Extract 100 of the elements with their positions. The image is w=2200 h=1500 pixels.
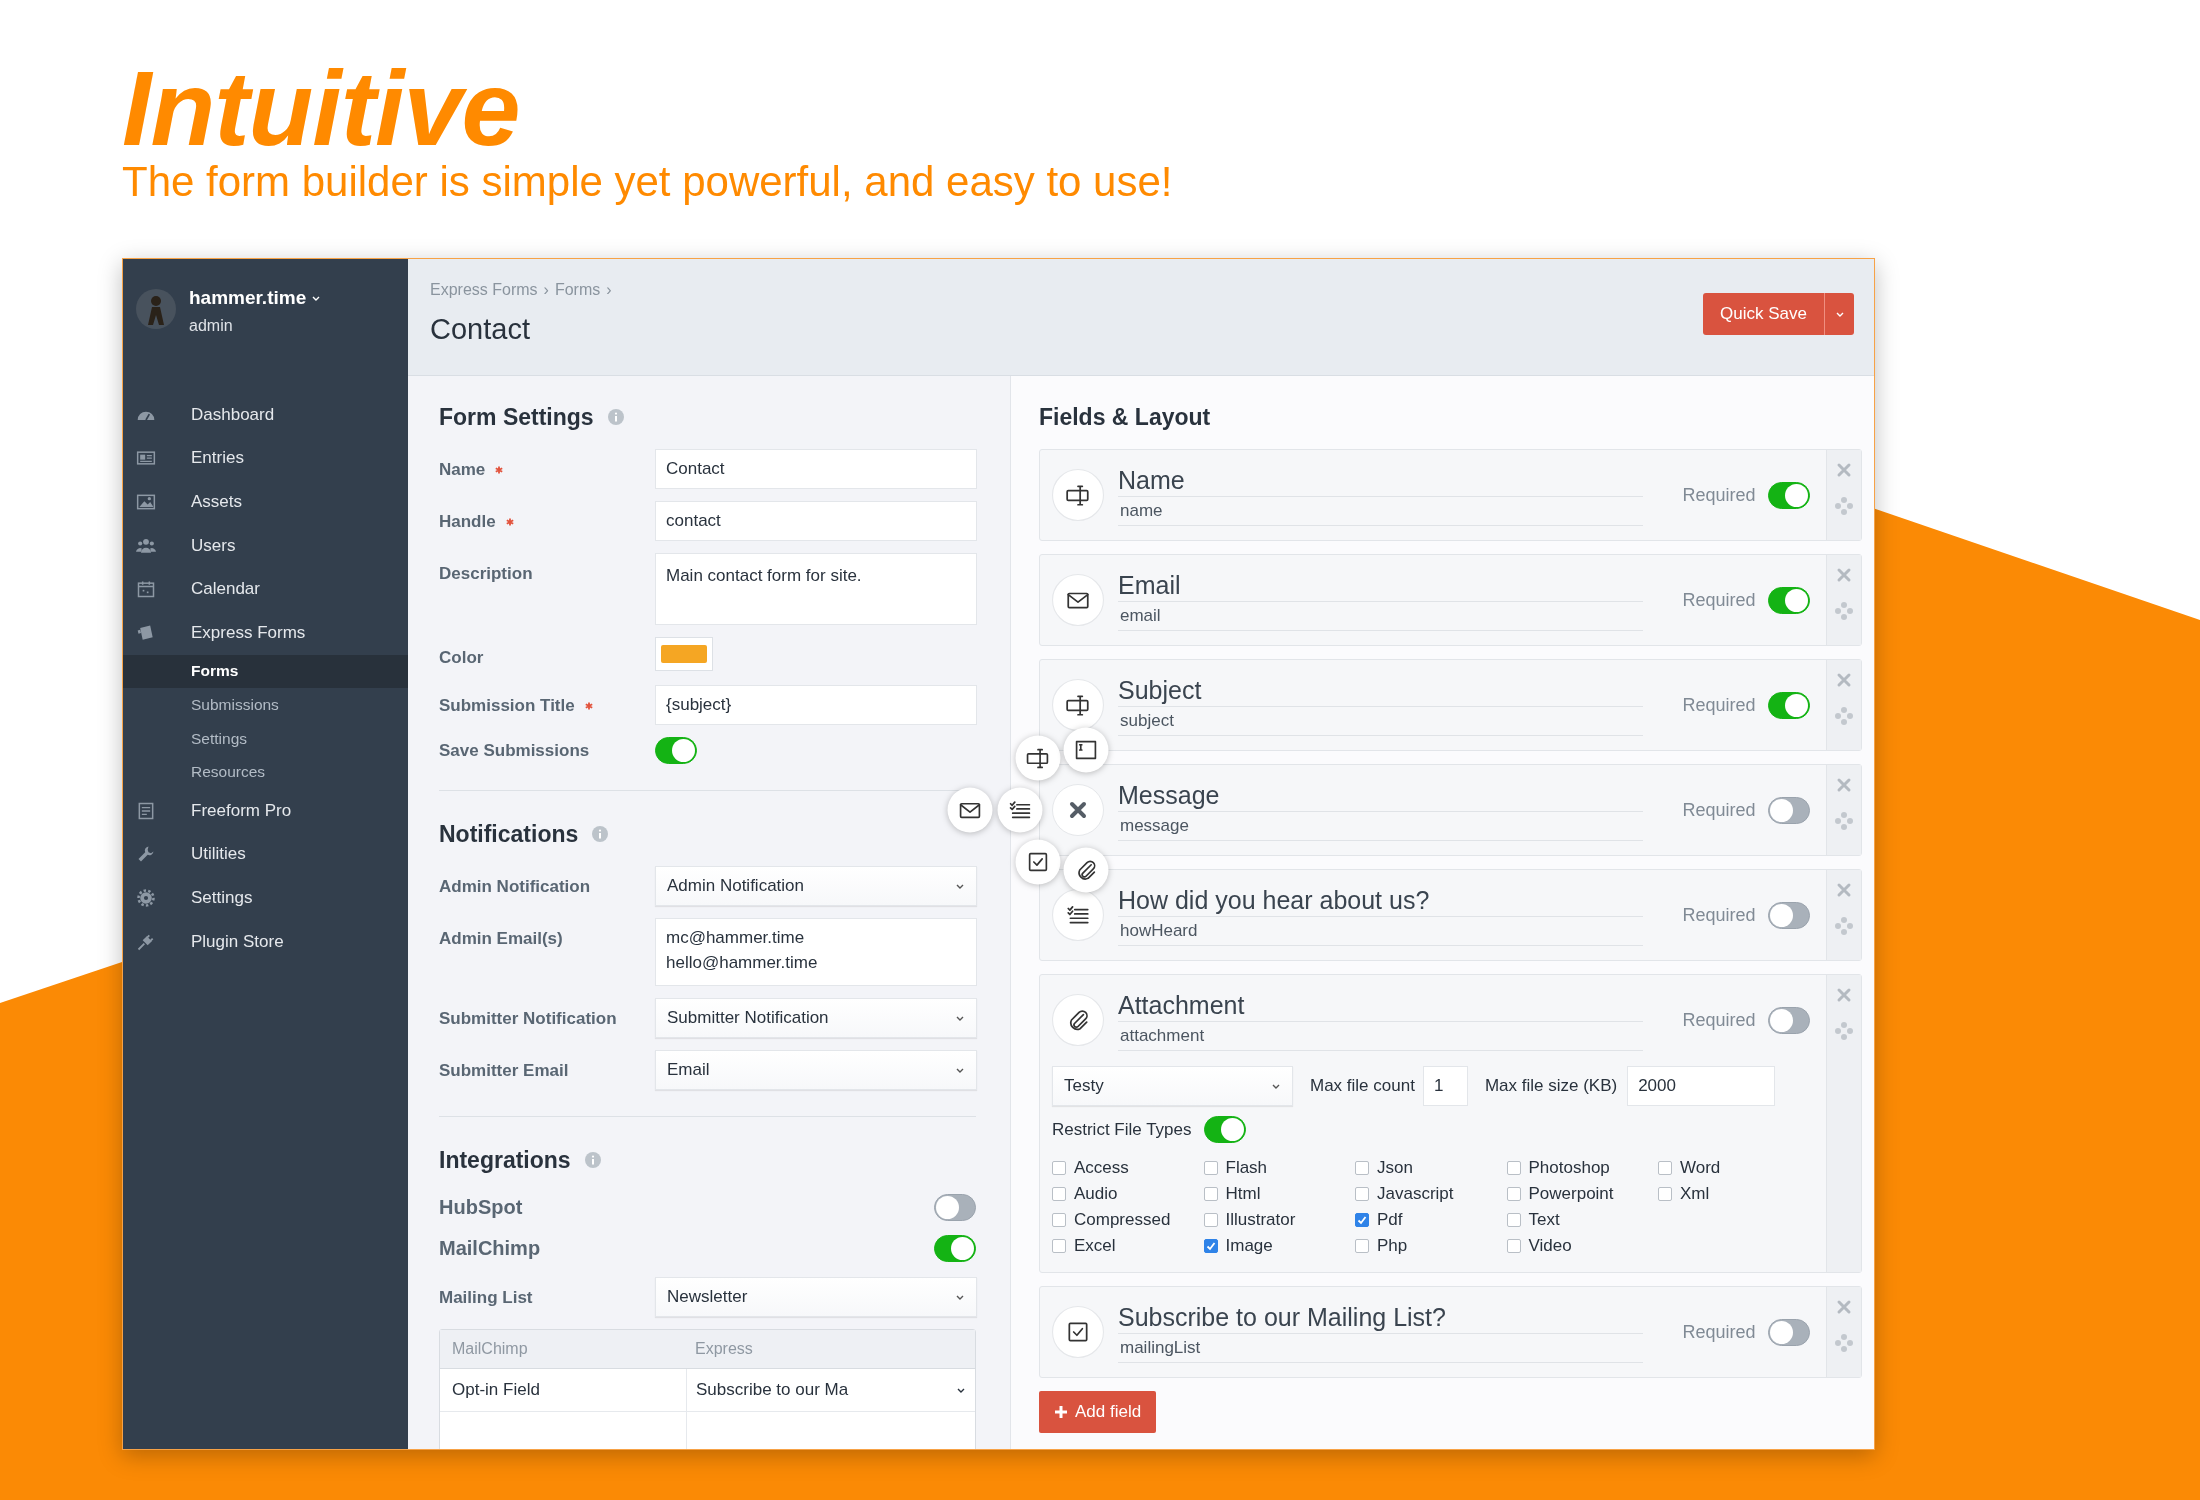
nav-item[interactable]: Freeform Pro [123,788,408,833]
user-name[interactable]: hammer.time [189,287,307,309]
toggle-switch[interactable] [934,1193,976,1221]
checklist-icon[interactable] [997,787,1043,833]
text-field[interactable]: Contact [655,449,977,489]
checkbox[interactable] [1203,1161,1218,1175]
info-icon[interactable] [592,826,609,842]
toggle-switch[interactable] [1203,1116,1246,1143]
text-field[interactable]: contact [655,501,977,541]
checkbox[interactable] [1052,1213,1066,1227]
text-area[interactable]: mc@hammer.time hello@hammer.time [655,918,977,986]
move-icon[interactable] [1833,706,1854,726]
close-icon[interactable] [1052,784,1104,836]
info-icon[interactable] [607,409,624,425]
select-field[interactable]: Newsletter [655,1277,977,1317]
field-name[interactable]: How did you hear about us? [1118,884,1643,917]
quick-save-button[interactable]: Quick Save [1703,293,1824,335]
field-handle[interactable]: howHeard [1118,917,1643,946]
settings-icon [136,887,156,908]
toggle-switch[interactable] [1767,481,1810,509]
move-icon[interactable] [1833,601,1854,621]
move-icon[interactable] [1833,811,1854,831]
text-area-icon[interactable] [1063,727,1109,773]
field-name[interactable]: Name [1118,464,1643,497]
field-name[interactable]: Attachment [1118,989,1643,1022]
checkbox[interactable] [1506,1239,1521,1253]
field-name[interactable]: Message [1118,779,1643,812]
checkbox[interactable] [1203,1213,1218,1227]
toggle-switch[interactable] [1767,1006,1810,1034]
select-field[interactable]: Subscribe to our Ma [687,1369,975,1411]
number-field[interactable]: 1 [1422,1066,1468,1106]
section-title: Form Settings [439,403,594,431]
paperclip-icon[interactable] [1063,847,1109,893]
number-field[interactable]: 2000 [1627,1066,1776,1106]
nav-item[interactable]: Entries [123,436,408,481]
select-field[interactable]: Submitter Notification [655,998,977,1038]
nav-item[interactable]: Users [123,523,408,568]
required-label: Required [1682,904,1756,926]
field-handle[interactable]: message [1118,812,1643,841]
toggle-switch[interactable] [1767,1318,1810,1346]
move-icon[interactable] [1833,1021,1854,1041]
envelope-icon[interactable] [947,787,993,833]
checkbox[interactable] [1355,1161,1369,1175]
field-handle[interactable]: mailingList [1118,1334,1643,1363]
nav-item[interactable]: Calendar [123,567,408,611]
field-handle[interactable]: email [1118,602,1643,631]
field-name[interactable]: Subscribe to our Mailing List? [1118,1301,1643,1334]
checkbox[interactable] [1355,1213,1369,1227]
field-handle[interactable]: attachment [1118,1022,1643,1051]
toggle-switch[interactable] [934,1234,976,1262]
toggle-switch[interactable] [655,737,697,764]
info-icon[interactable] [584,1152,601,1168]
nav-item[interactable]: Express Forms [123,610,408,655]
checkbox[interactable] [1506,1213,1521,1227]
field-label: Max file size (KB) [1484,1076,1618,1096]
checkbox[interactable] [1355,1239,1369,1253]
toggle-switch[interactable] [1767,796,1810,824]
move-icon[interactable] [1833,916,1854,936]
move-icon[interactable] [1833,1333,1854,1353]
nav-item[interactable]: Utilities [123,832,408,877]
add-field-button[interactable]: Add field [1039,1391,1157,1433]
nav-subitem[interactable]: Settings [123,721,408,756]
toggle-switch[interactable] [1767,901,1810,929]
required-label: Required [1682,589,1756,611]
color-picker[interactable] [655,637,713,671]
select-field[interactable]: Testy [1052,1066,1293,1106]
nav-item[interactable]: Settings [123,876,408,920]
checkbox[interactable] [1506,1187,1521,1201]
text-field[interactable]: {subject} [655,685,977,725]
checkbox[interactable] [1052,1161,1066,1175]
nav-item[interactable]: Assets [123,480,408,524]
toggle-switch[interactable] [1767,586,1810,614]
nav-item[interactable]: Dashboard [123,393,408,437]
move-icon[interactable] [1833,496,1854,516]
field-handle[interactable]: subject [1118,707,1643,736]
nav-subitem[interactable]: Submissions [123,688,408,722]
checkbox[interactable] [1355,1187,1369,1201]
checkbox[interactable] [1506,1161,1521,1175]
nav-subitem[interactable]: Forms [123,654,408,689]
checkbox[interactable] [1203,1239,1218,1253]
field-name[interactable]: Subject [1118,674,1643,707]
subtitle: The form builder is simple yet powerful, and easy to use! [122,158,1174,206]
save-options-button[interactable] [1824,293,1854,335]
select-field[interactable]: Admin Notification [655,866,977,906]
field-name[interactable]: Email [1118,569,1643,602]
checkbox-label: Compressed [1074,1210,1171,1230]
toggle-switch[interactable] [1767,691,1810,719]
field-handle[interactable]: name [1118,497,1643,526]
checkbox[interactable] [1658,1187,1672,1201]
checkbox[interactable] [1203,1187,1218,1201]
field-label: Save Submissions [439,740,590,761]
field-label: Color [439,648,484,668]
checkbox[interactable] [1052,1187,1066,1201]
text-area[interactable]: Main contact form for site. [655,553,977,625]
checkbox[interactable] [1658,1161,1672,1175]
nav-subitem[interactable]: Resources [123,755,408,789]
select-field[interactable]: Email [655,1050,977,1090]
checkbox[interactable] [1052,1239,1066,1253]
checkbox-label: Text [1528,1210,1560,1230]
nav-item[interactable]: Plugin Store [123,919,408,964]
